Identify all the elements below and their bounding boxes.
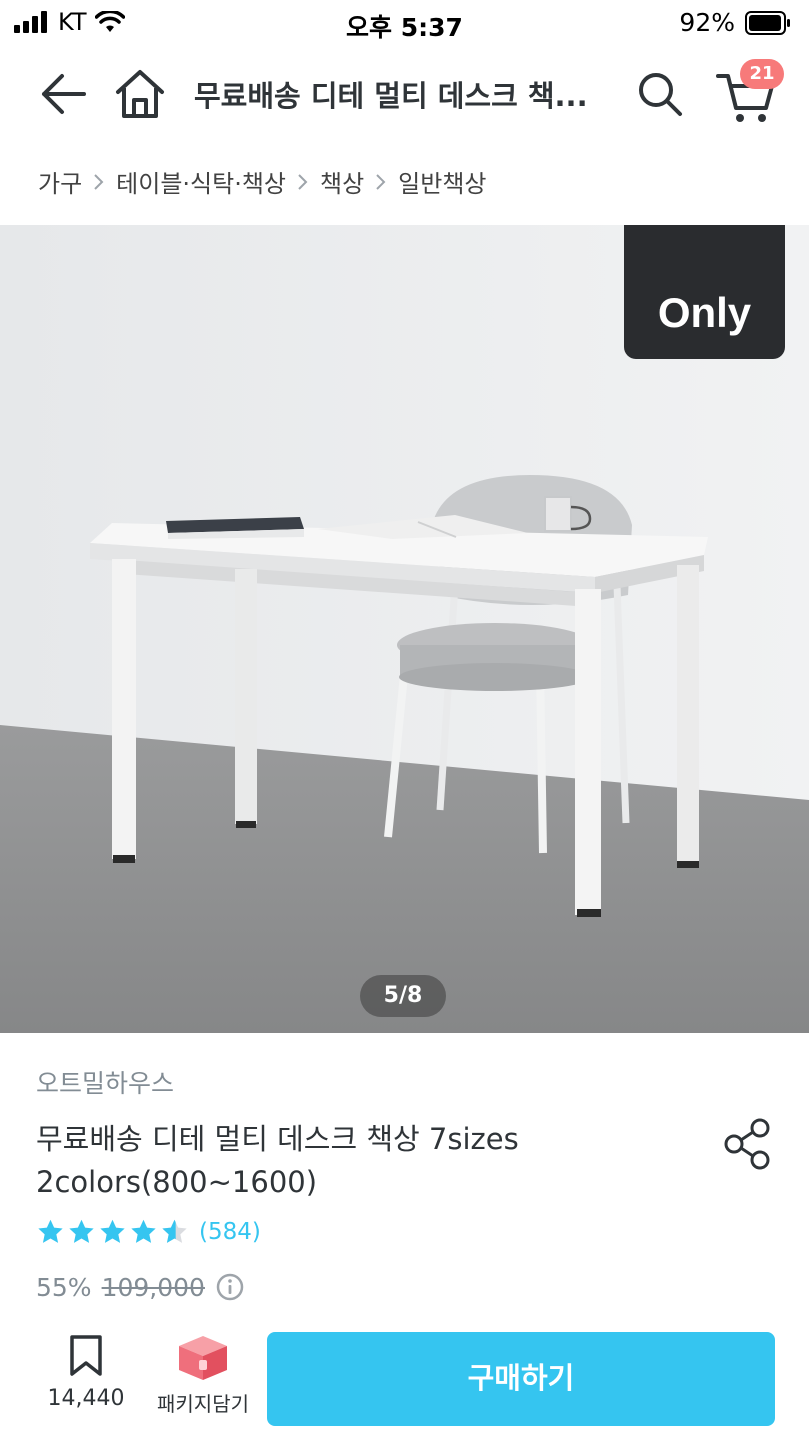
breadcrumb-item-general-desk[interactable]: 일반책상 — [398, 164, 486, 199]
home-button[interactable] — [112, 66, 168, 122]
status-right: 92% — [679, 8, 791, 37]
review-count[interactable]: (584) — [199, 1219, 261, 1245]
half-star-icon — [162, 1219, 187, 1243]
price-row: 55% 109,000 — [36, 1272, 245, 1302]
star-icon — [69, 1219, 94, 1243]
product-title: 무료배송 디테 멀티 데스크 책상 7sizes 2colors(800~160… — [36, 1122, 519, 1199]
breadcrumb-item-desk[interactable]: 책상 — [320, 164, 364, 199]
back-button[interactable] — [36, 66, 92, 122]
discount-rate: 55% — [36, 1272, 92, 1302]
brand-name[interactable]: 오트밀하우스 — [36, 1064, 174, 1100]
battery-icon — [745, 10, 790, 35]
rating-row[interactable]: (584) — [36, 1218, 261, 1246]
search-icon — [639, 73, 682, 116]
share-button[interactable] — [720, 1116, 776, 1172]
package-add-label: 패키지담기 — [157, 1392, 249, 1416]
info-icon[interactable] — [215, 1272, 245, 1302]
cart-count-badge: 21 — [740, 59, 784, 89]
star-icon — [38, 1219, 63, 1243]
package-add-button[interactable]: 패키지담기 — [146, 1334, 260, 1430]
page-title: 무료배송 디테 멀티 데스크 책... — [194, 79, 588, 113]
star-icon — [131, 1219, 156, 1243]
breadcrumb: 가구 테이블·식탁·책상 책상 일반책상 — [38, 164, 487, 199]
status-bar: KT 오후 5:37 92% — [0, 0, 809, 48]
package-box-icon — [179, 1336, 227, 1380]
bookmark-icon — [70, 1335, 102, 1376]
buy-button[interactable]: 구매하기 — [267, 1332, 775, 1426]
share-icon — [724, 1118, 770, 1170]
bottom-action-bar: 14,440 패키지담기 구매하기 — [0, 1320, 809, 1440]
star-icon — [100, 1219, 125, 1243]
chevron-right-icon — [296, 172, 310, 192]
original-price: 109,000 — [101, 1272, 205, 1302]
chevron-right-icon — [92, 172, 106, 192]
bookmark-count: 14,440 — [47, 1386, 125, 1411]
breadcrumb-item-furniture[interactable]: 가구 — [38, 164, 82, 199]
home-icon — [116, 70, 164, 118]
rating-stars — [36, 1218, 189, 1246]
only-badge: Only — [624, 225, 785, 359]
breadcrumb-item-table[interactable]: 테이블·식탁·책상 — [116, 164, 286, 199]
image-page-indicator: 5/8 — [360, 975, 446, 1017]
chevron-right-icon — [374, 172, 388, 192]
battery-percent: 92% — [679, 8, 735, 37]
search-button[interactable] — [632, 66, 688, 122]
bookmark-button[interactable]: 14,440 — [36, 1334, 136, 1430]
back-arrow-icon — [42, 74, 86, 114]
nav-bar: 무료배송 디테 멀티 데스크 책... — [0, 56, 809, 128]
